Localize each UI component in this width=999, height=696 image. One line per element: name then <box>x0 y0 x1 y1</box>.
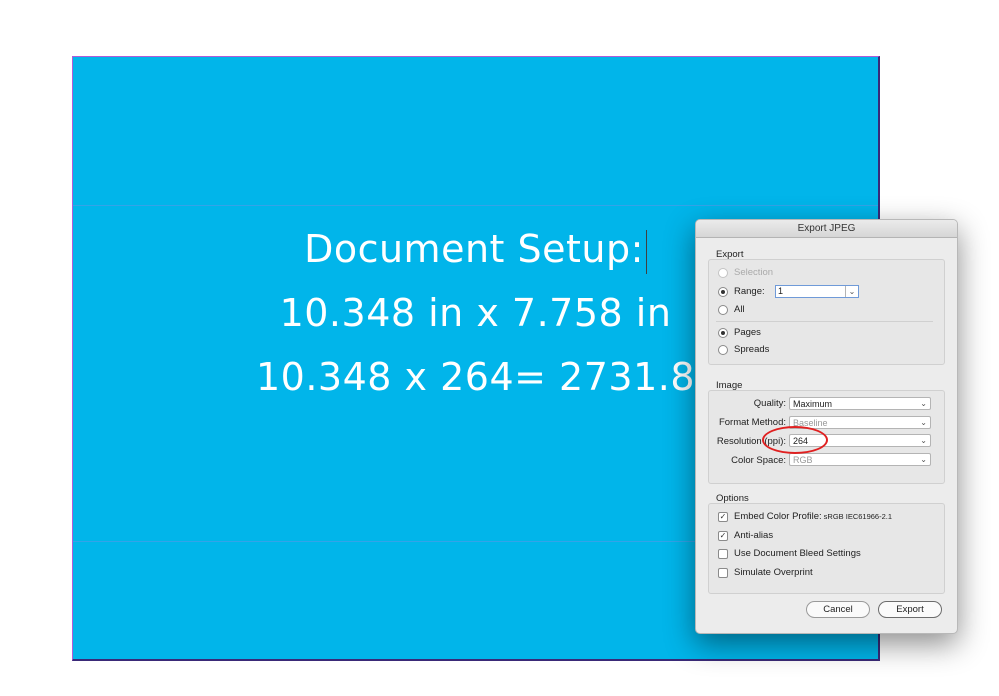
color-space-select[interactable]: RGB ⌄ <box>789 453 931 466</box>
color-space-label: Color Space: <box>731 455 786 466</box>
radio-icon <box>718 267 728 278</box>
chevron-down-icon: ⌄ <box>920 399 927 408</box>
color-space-value: RGB <box>793 455 813 465</box>
chevron-down-icon: ⌄ <box>920 455 927 464</box>
bleed-label: Use Document Bleed Settings <box>734 548 861 559</box>
radio-icon <box>718 304 728 315</box>
range-input[interactable]: 1 ⌄ <box>775 285 859 298</box>
all-radio[interactable]: All <box>718 304 745 315</box>
checkbox-icon <box>718 567 728 578</box>
selection-radio[interactable]: Selection <box>718 267 773 278</box>
dialog-title: Export JPEG <box>696 220 957 238</box>
cancel-button[interactable]: Cancel <box>806 601 870 618</box>
range-label: Range: <box>734 286 765 297</box>
embed-profile-label: Embed Color Profile: <box>734 511 822 522</box>
export-button[interactable]: Export <box>878 601 942 618</box>
all-label: All <box>734 304 745 315</box>
chevron-down-icon: ⌄ <box>920 418 927 427</box>
checkmark-icon: ✓ <box>718 530 728 541</box>
guide-line <box>73 205 878 206</box>
pages-radio[interactable]: Pages <box>718 327 761 338</box>
anti-alias-checkbox[interactable]: ✓ Anti-alias <box>718 530 773 541</box>
annotation-circle <box>762 426 828 454</box>
checkmark-icon: ✓ <box>718 511 728 522</box>
radio-selected-icon <box>718 286 728 297</box>
export-jpeg-dialog: Export JPEG Export Selection Range: 1 ⌄ A… <box>695 219 958 634</box>
overprint-checkbox[interactable]: Simulate Overprint <box>718 567 813 578</box>
text-cursor <box>645 229 647 274</box>
embed-profile-checkbox[interactable]: ✓ Embed Color Profile: sRGB IEC61966-2.1 <box>718 511 892 522</box>
anti-alias-label: Anti-alias <box>734 530 774 541</box>
quality-value: Maximum <box>793 399 833 409</box>
selection-label: Selection <box>734 267 774 278</box>
spreads-label: Spreads <box>734 344 770 355</box>
radio-icon <box>718 344 728 355</box>
chevron-down-icon[interactable]: ⌄ <box>845 286 858 297</box>
embed-profile-value: sRGB IEC61966-2.1 <box>823 512 893 521</box>
overprint-label: Simulate Overprint <box>734 567 813 578</box>
quality-label: Quality: <box>753 398 786 409</box>
doc-text-line-1-text: Document Setup: <box>304 227 644 271</box>
radio-selected-icon <box>718 327 728 338</box>
checkbox-icon <box>718 548 728 559</box>
bleed-checkbox[interactable]: Use Document Bleed Settings <box>718 548 861 559</box>
range-value: 1 <box>778 286 784 296</box>
divider <box>716 321 933 322</box>
pages-label: Pages <box>734 327 761 338</box>
chevron-down-icon[interactable]: ⌄ <box>920 435 927 447</box>
format-method-label: Format Method: <box>718 417 786 428</box>
quality-select[interactable]: Maximum ⌄ <box>789 397 931 410</box>
range-radio[interactable]: Range: 1 ⌄ <box>718 285 859 298</box>
spreads-radio[interactable]: Spreads <box>718 344 769 355</box>
